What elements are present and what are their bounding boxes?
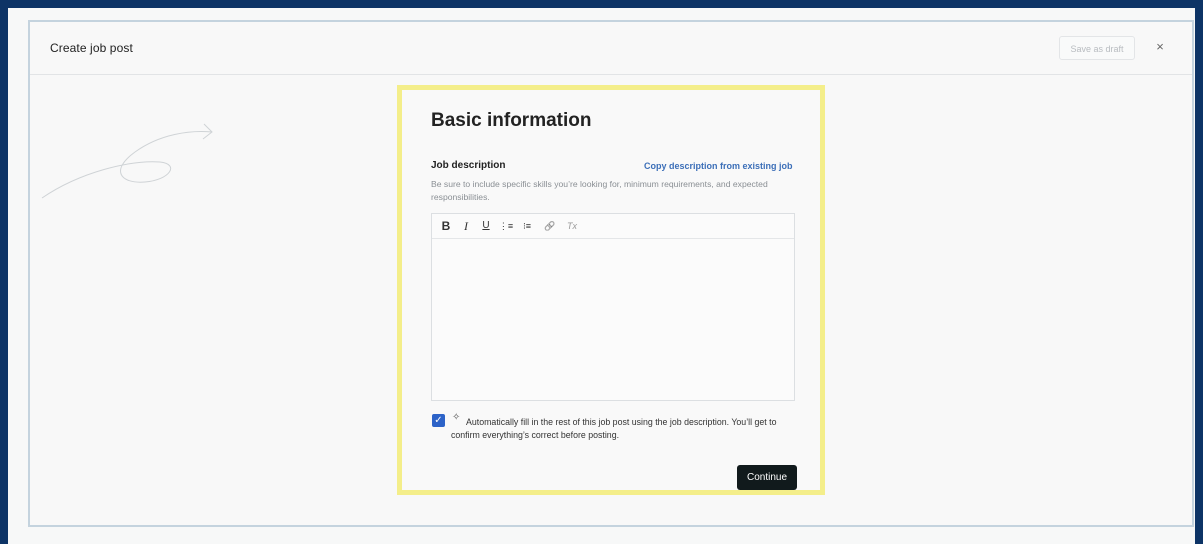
link-icon[interactable]: 🔗 xyxy=(542,218,558,234)
dialog-header: Create job post Save as draft × xyxy=(30,22,1192,75)
autofill-description: Automatically fill in the rest of this j… xyxy=(451,417,777,440)
job-description-label: Job description xyxy=(431,160,506,171)
job-description-editor[interactable]: B I U ⋮≡ ⁝≡ 🔗 Tx xyxy=(431,213,795,401)
underline-icon[interactable]: U xyxy=(478,218,494,234)
decorative-arrow-doodle xyxy=(41,123,213,199)
page-title: Create job post xyxy=(50,41,133,55)
autofill-checkbox[interactable]: ✓ xyxy=(432,414,445,427)
clear-formatting-icon[interactable]: Tx xyxy=(564,218,580,234)
italic-icon[interactable]: I xyxy=(458,218,474,234)
bullet-list-icon[interactable]: ⋮≡ xyxy=(498,218,514,234)
save-as-draft-button[interactable]: Save as draft xyxy=(1059,36,1135,60)
bold-icon[interactable]: B xyxy=(438,218,454,234)
editor-toolbar: B I U ⋮≡ ⁝≡ 🔗 Tx xyxy=(432,214,794,239)
numbered-list-icon[interactable]: ⁝≡ xyxy=(519,218,535,234)
section-heading: Basic information xyxy=(431,110,592,131)
close-icon[interactable]: × xyxy=(1151,38,1169,56)
basic-information-card: Basic information Job description Copy d… xyxy=(397,85,825,495)
create-job-post-dialog: Create job post Save as draft × Basic in… xyxy=(28,20,1194,527)
job-description-helper-text: Be sure to include specific skills you’r… xyxy=(431,179,768,202)
continue-button[interactable]: Continue xyxy=(737,465,797,490)
copy-description-link[interactable]: Copy description from existing job xyxy=(644,161,793,171)
